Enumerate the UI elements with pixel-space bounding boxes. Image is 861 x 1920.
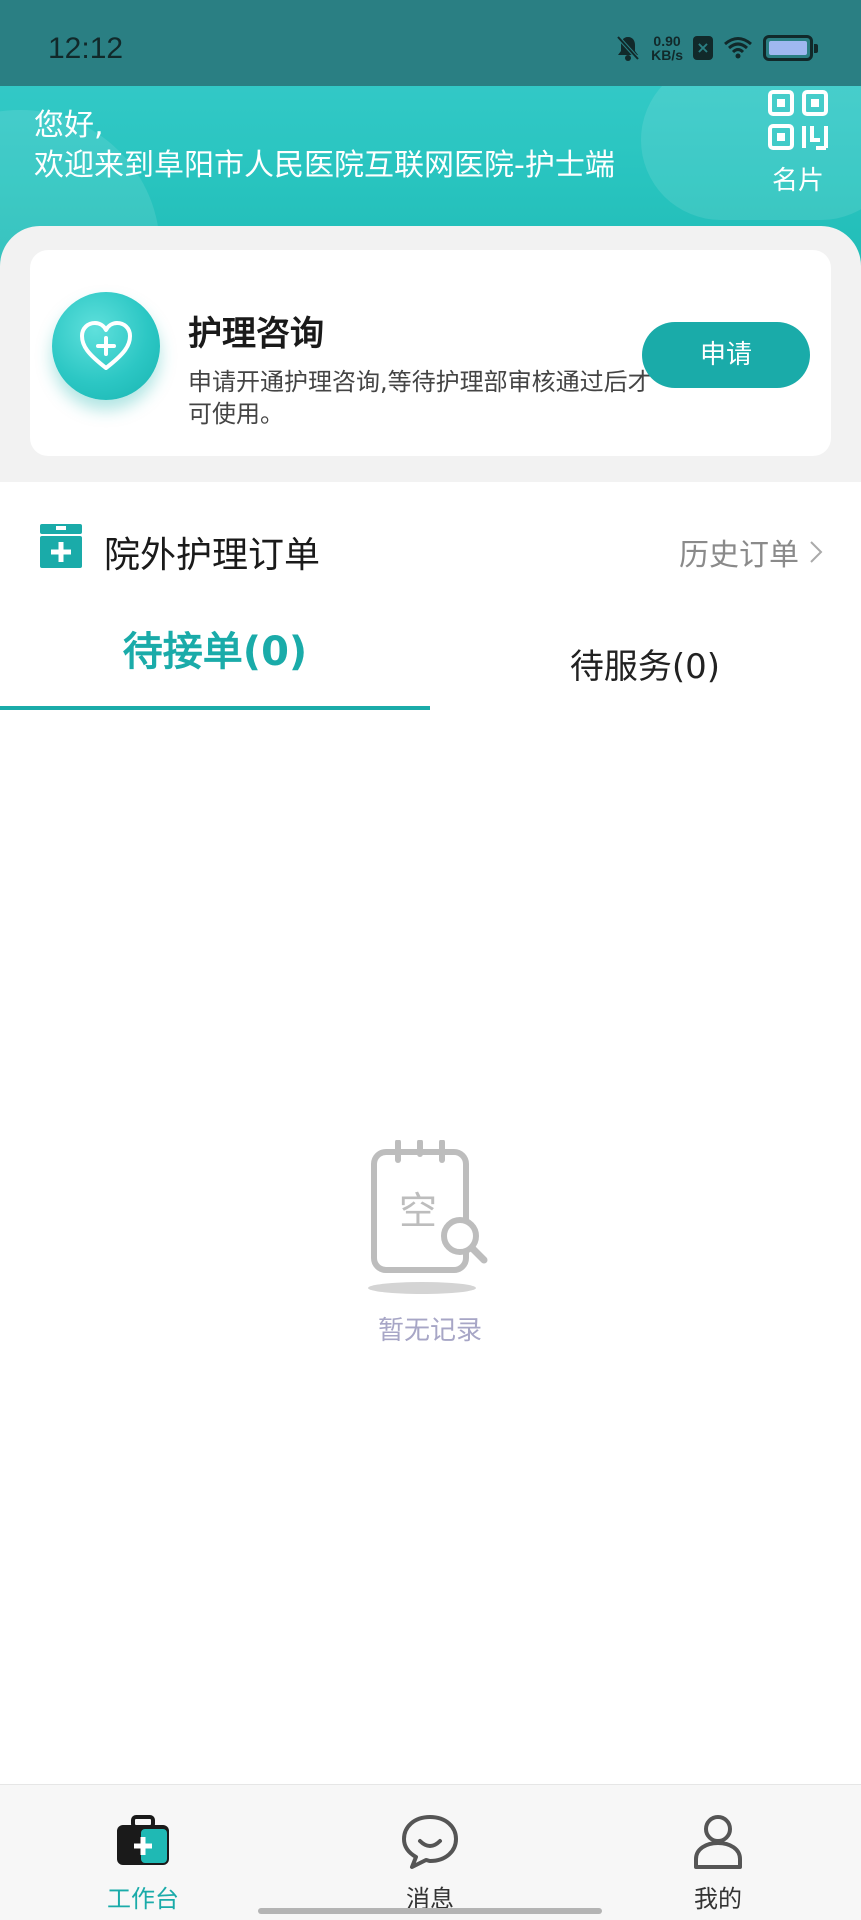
heart-plus-icon (52, 292, 160, 400)
chat-bubble-icon (402, 1815, 458, 1869)
history-orders-link[interactable]: 历史订单 (679, 530, 823, 574)
orders-section-header: 院外护理订单 历史订单 (0, 482, 861, 612)
status-bar: 12:12 0.90 KB/s × (0, 0, 861, 86)
empty-clipboard-icon: 空 (368, 1140, 488, 1294)
order-tabs: 待接单(0) 待服务(0) (0, 612, 861, 712)
medical-kit-icon (117, 1815, 169, 1865)
bell-mute-icon (616, 35, 640, 61)
history-orders-label: 历史订单 (679, 538, 799, 573)
svg-text:空: 空 (399, 1189, 437, 1233)
person-icon (694, 1815, 742, 1869)
nav-label: 工作台 (107, 1885, 179, 1913)
tab-pending-accept[interactable]: 待接单(0) (0, 612, 430, 712)
apply-button[interactable]: 申请 (642, 322, 810, 388)
battery-icon (763, 35, 818, 61)
nursing-consult-card: 护理咨询 申请开通护理咨询,等待护理部审核通过后才可使用。 申请 (30, 250, 831, 456)
net-speed-value: 0.90 (653, 33, 681, 49)
consult-description: 申请开通护理咨询,等待护理部审核通过后才可使用。 (188, 368, 652, 428)
tab-pending-service[interactable]: 待服务(0) (430, 612, 860, 712)
net-speed: 0.90 KB/s (651, 34, 683, 62)
x-badge-icon: × (693, 36, 713, 60)
business-card-button[interactable]: 名片 (765, 90, 831, 197)
greeting-text: 您好, (34, 108, 104, 143)
nav-item-messages[interactable]: 消息 (360, 1811, 500, 1914)
orders-title: 院外护理订单 (104, 535, 321, 576)
wifi-icon (724, 37, 752, 59)
business-card-label: 名片 (771, 166, 824, 196)
empty-state: 空 暂无记录 (330, 1140, 530, 1347)
nav-item-workbench[interactable]: 工作台 (73, 1811, 213, 1914)
tab-active-indicator (0, 706, 430, 710)
tab-label: 待接单(0) (122, 629, 308, 675)
welcome-text: 欢迎来到阜阳市人民医院互联网医院-护士端 (34, 148, 615, 183)
bottom-nav: 工作台 消息 我的 (0, 1784, 861, 1920)
home-indicator[interactable] (258, 1908, 602, 1914)
net-speed-unit: KB/s (651, 47, 683, 63)
qr-code-icon (768, 90, 828, 150)
empty-text: 暂无记录 (377, 1316, 482, 1346)
nav-item-mine[interactable]: 我的 (648, 1811, 788, 1914)
status-icons: 0.90 KB/s × (615, 34, 818, 62)
consult-title: 护理咨询 (188, 314, 324, 354)
status-time: 12:12 (48, 32, 124, 65)
medical-box-icon (40, 524, 82, 568)
nav-label: 我的 (694, 1885, 742, 1913)
chevron-right-icon (810, 541, 823, 563)
tab-label: 待服务(0) (569, 647, 721, 687)
